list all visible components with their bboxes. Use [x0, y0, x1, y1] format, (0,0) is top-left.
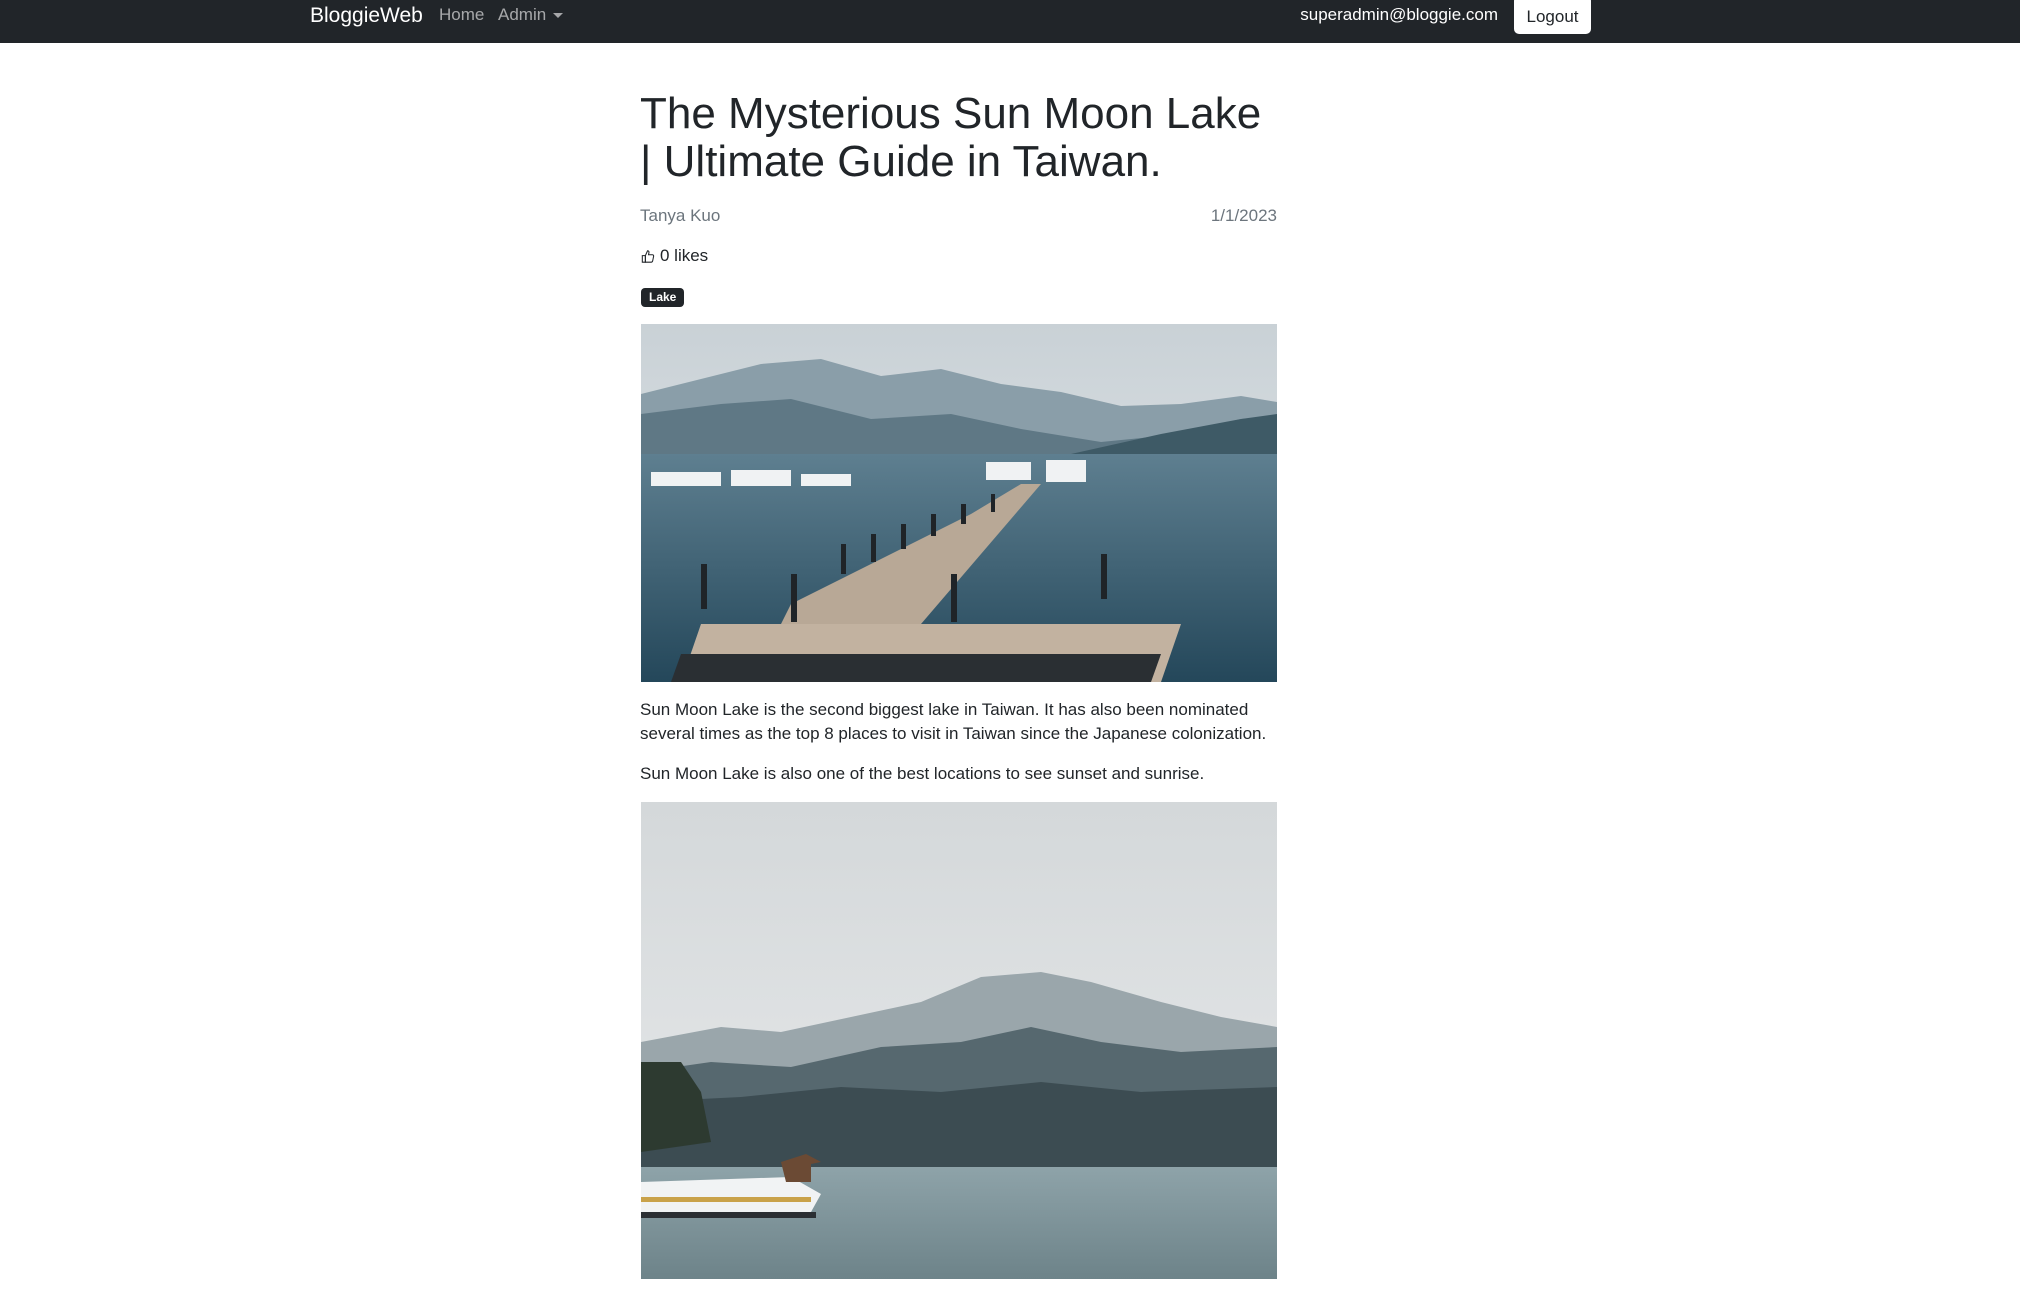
post-image-mountains	[641, 802, 1277, 1279]
nav-home-link[interactable]: Home	[439, 5, 484, 25]
caret-down-icon[interactable]	[553, 13, 563, 18]
post-paragraph: Sun Moon Lake is also one of the best lo…	[640, 764, 1205, 783]
tag-badge: Lake	[641, 288, 685, 307]
top-navbar: BloggieWeb Home Admin superadmin@bloggie…	[0, 0, 2020, 43]
user-email: superadmin@bloggie.com	[1300, 5, 1498, 24]
post-date: 1/1/2023	[1210, 206, 1277, 225]
post-paragraph: Sun Moon Lake is the second biggest lake…	[640, 700, 1267, 743]
post-author: Tanya Kuo	[640, 206, 721, 225]
logout-button[interactable]: Logout	[1514, 0, 1591, 34]
post-image-pier	[641, 324, 1277, 682]
nav-admin-dropdown[interactable]: Admin	[498, 5, 546, 25]
post-title: The Mysterious Sun Moon Lake | Ultimate …	[640, 89, 1262, 186]
likes-count: 0 likes	[660, 246, 709, 265]
brand-link[interactable]: BloggieWeb	[310, 3, 423, 29]
thumbs-up-icon	[641, 250, 655, 263]
